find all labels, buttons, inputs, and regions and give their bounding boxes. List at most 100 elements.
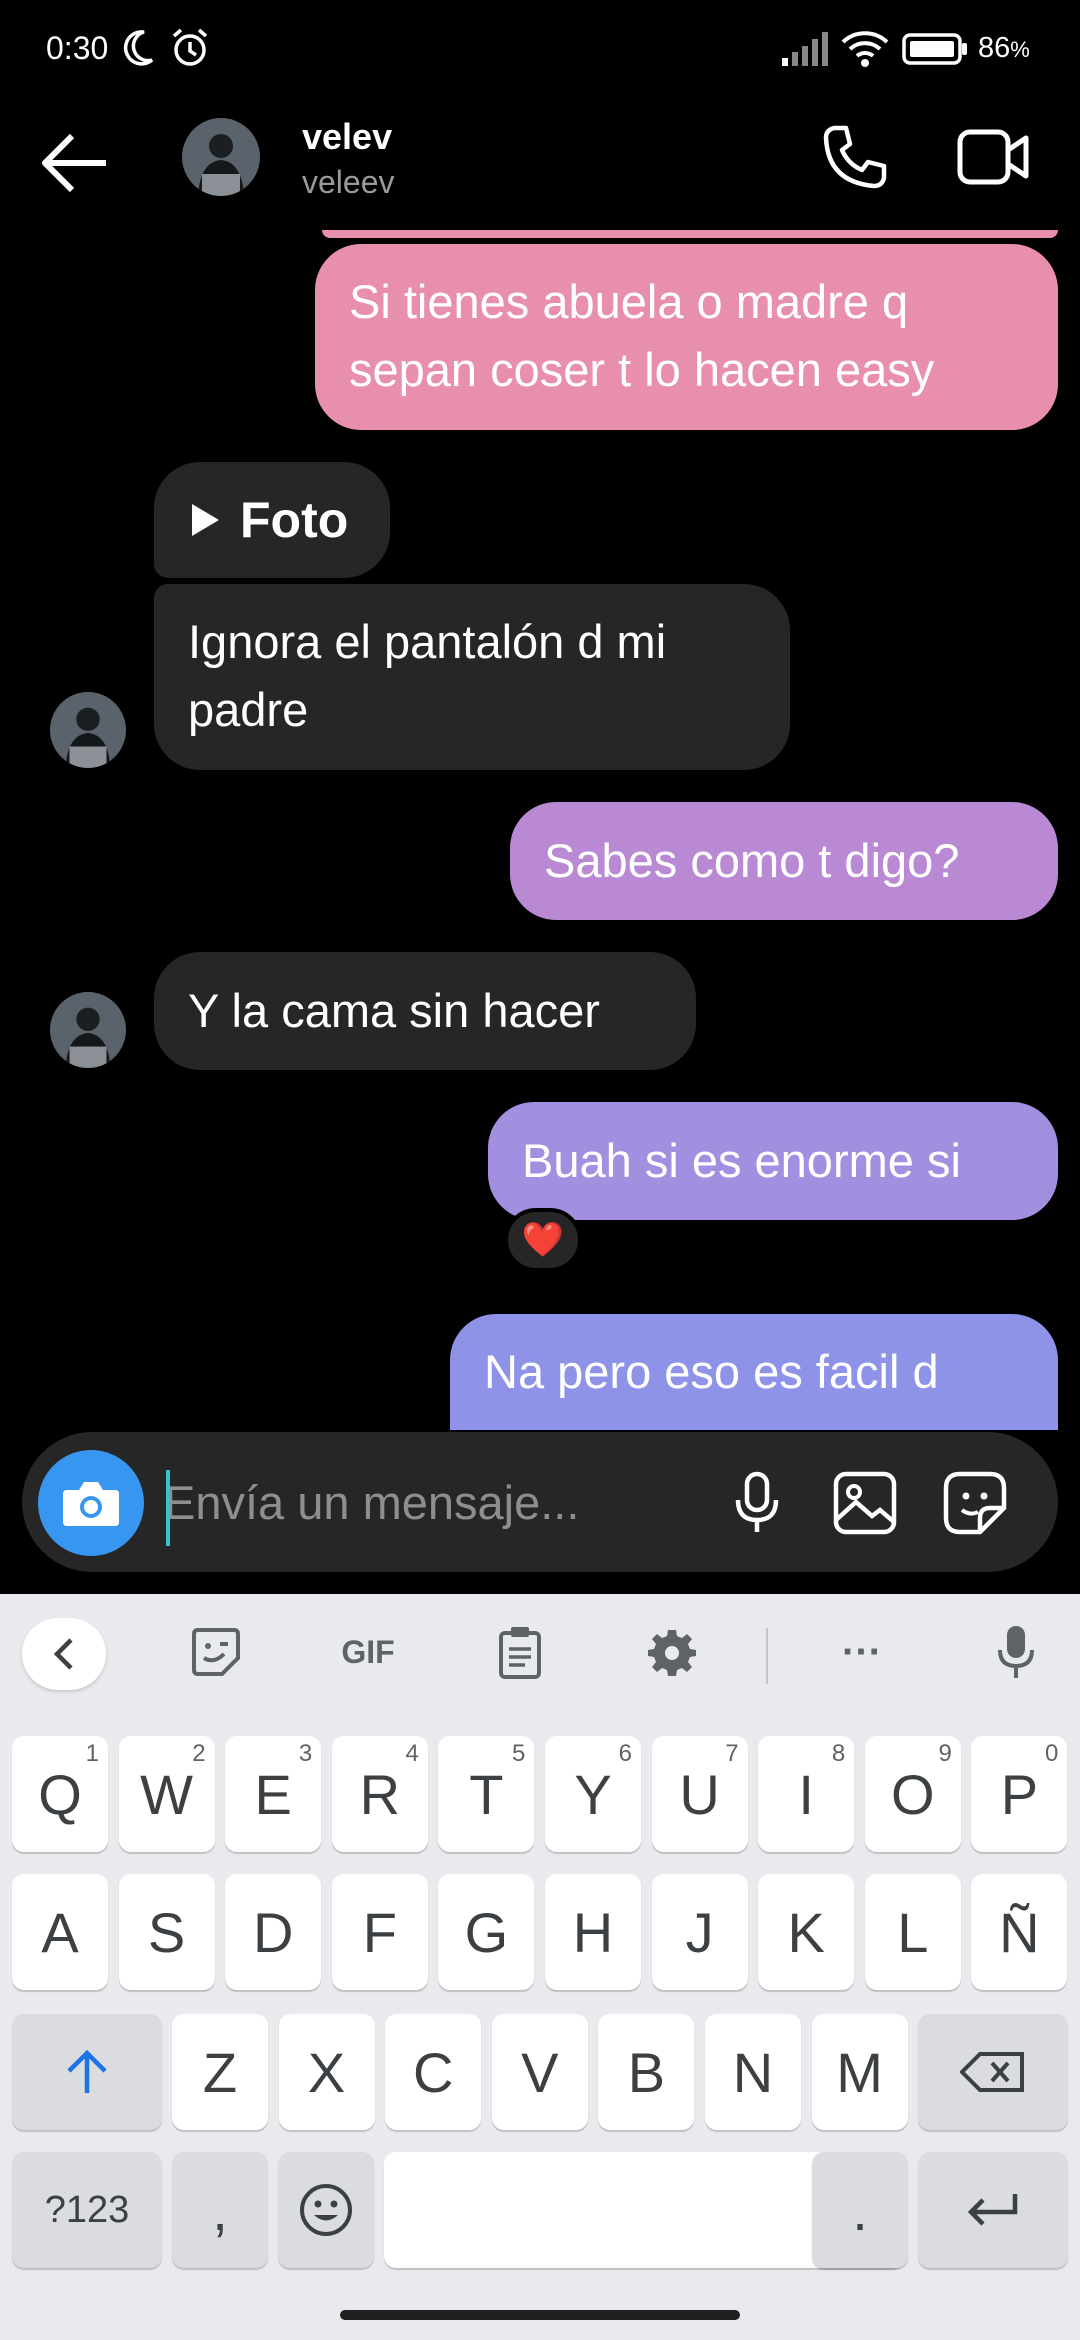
key-n[interactable]: N xyxy=(705,2014,801,2130)
incoming-message[interactable]: Y la cama sin hacer xyxy=(154,952,696,1070)
key-e[interactable]: E3 xyxy=(225,1736,322,1852)
symbols-key[interactable]: ?123 xyxy=(12,2152,162,2268)
key-label: E xyxy=(254,1762,292,1826)
contact-username[interactable]: veleev xyxy=(302,164,395,201)
contact-avatar[interactable] xyxy=(182,118,260,196)
key-j[interactable]: J xyxy=(651,1874,748,1990)
key-u[interactable]: U7 xyxy=(651,1736,748,1852)
period-key[interactable]: . xyxy=(812,2152,908,2268)
toolbar-divider xyxy=(766,1628,768,1684)
video-camera-icon xyxy=(957,129,1029,185)
key-label: S xyxy=(147,1900,186,1964)
incoming-message[interactable]: Ignora el pantalón d mi padre xyxy=(154,584,790,770)
period-label: . xyxy=(852,2178,868,2242)
clipboard-icon xyxy=(499,1627,541,1679)
outgoing-message[interactable]: Buah si es enorme si xyxy=(488,1102,1058,1220)
settings-button[interactable] xyxy=(644,1624,700,1680)
key-x[interactable]: X xyxy=(278,2014,375,2130)
enter-arrow-icon xyxy=(967,2194,1018,2226)
chevron-left-icon xyxy=(53,1638,73,1670)
key-y[interactable]: Y6 xyxy=(545,1736,641,1852)
key-d[interactable]: D xyxy=(225,1874,322,1990)
sticker-button[interactable] xyxy=(940,1468,1010,1538)
shift-key[interactable] xyxy=(12,2014,162,2130)
key-f[interactable]: F xyxy=(331,1874,428,1990)
camera-button[interactable] xyxy=(38,1450,144,1556)
sticker-toolbar-button[interactable] xyxy=(186,1624,246,1680)
key-label: O xyxy=(891,1762,935,1826)
key-r[interactable]: R4 xyxy=(331,1736,428,1852)
back-button[interactable] xyxy=(36,128,116,198)
video-call-button[interactable] xyxy=(956,124,1030,190)
clipboard-button[interactable] xyxy=(492,1624,548,1680)
more-button[interactable]: ··· xyxy=(834,1624,890,1680)
key-label: C xyxy=(412,2040,454,2104)
key-label: K xyxy=(787,1900,825,1964)
key-t[interactable]: T5 xyxy=(438,1736,535,1852)
photo-label: Foto xyxy=(240,492,349,548)
status-time: 0:30 xyxy=(46,30,109,66)
key-label: X xyxy=(307,2040,346,2104)
voice-call-button[interactable] xyxy=(820,122,890,192)
sender-avatar[interactable] xyxy=(50,992,126,1068)
message-text: Na pero eso es facil d xyxy=(484,1345,939,1398)
key-o[interactable]: O9 xyxy=(864,1736,961,1852)
message-text: Y la cama sin hacer xyxy=(188,984,600,1037)
heart-reaction[interactable]: ❤️ xyxy=(504,1208,582,1272)
emoji-key[interactable] xyxy=(278,2152,374,2268)
key-p[interactable]: P0 xyxy=(971,1736,1068,1852)
message-text: Buah si es enorme si xyxy=(522,1134,961,1187)
message-text: Si tienes abuela o madre q xyxy=(349,275,909,328)
comma-key[interactable]: , xyxy=(172,2152,268,2268)
key-k[interactable]: K xyxy=(758,1874,855,1990)
gif-button[interactable]: GIF xyxy=(336,1624,400,1680)
key-w[interactable]: W2 xyxy=(118,1736,215,1852)
battery-percent: 86% xyxy=(978,32,1030,64)
outgoing-message[interactable]: Si tienes abuela o madre q sepan coser t… xyxy=(315,244,1058,430)
gallery-button[interactable] xyxy=(830,1468,900,1538)
home-indicator[interactable] xyxy=(340,2310,740,2320)
key-label: D xyxy=(252,1900,294,1964)
key-z[interactable]: Z xyxy=(172,2014,268,2130)
contact-name[interactable]: velev xyxy=(302,116,392,158)
message-text: sepan coser t lo hacen easy xyxy=(349,343,935,396)
key-label: J xyxy=(685,1900,714,1964)
emoji-icon xyxy=(300,2184,352,2236)
key-l[interactable]: L xyxy=(864,1874,961,1990)
shift-arrow-icon xyxy=(67,2049,107,2093)
comma-label: , xyxy=(212,2178,228,2242)
collapse-button[interactable] xyxy=(22,1618,106,1690)
key-label: R xyxy=(359,1762,401,1826)
sender-avatar[interactable] xyxy=(50,692,126,768)
message-list[interactable]: Si tienes abuela o madre q sepan coser t… xyxy=(0,230,1080,1430)
text-cursor xyxy=(166,1470,170,1546)
keyboard-toolbar: GIF ··· xyxy=(0,1594,1080,1710)
key-h[interactable]: H xyxy=(545,1874,641,1990)
key-label: Y xyxy=(574,1762,612,1826)
symbols-label: ?123 xyxy=(44,2188,130,2231)
key-label: I xyxy=(798,1762,814,1826)
voice-input-button[interactable] xyxy=(988,1624,1044,1680)
keyboard: GIF ··· Q1W2E3R4T5Y6U7I8O9P0 ASDFGHJKLÑ … xyxy=(0,1594,1080,2340)
message-input[interactable] xyxy=(164,1458,704,1546)
key-v[interactable]: V xyxy=(491,2014,588,2130)
key-label: P xyxy=(1000,1762,1039,1826)
key-ñ[interactable]: Ñ xyxy=(971,1874,1068,1990)
key-b[interactable]: B xyxy=(598,2014,695,2130)
photo-message[interactable]: Foto xyxy=(154,462,390,578)
key-c[interactable]: C xyxy=(385,2014,482,2130)
heart-icon: ❤️ xyxy=(521,1221,565,1259)
outgoing-message[interactable]: Na pero eso es facil d xyxy=(450,1314,1058,1430)
key-a[interactable]: A xyxy=(12,1874,108,1990)
key-i[interactable]: I8 xyxy=(758,1736,855,1852)
key-g[interactable]: G xyxy=(438,1874,535,1990)
key-m[interactable]: M xyxy=(811,2014,908,2130)
outgoing-message[interactable]: Sabes como t digo? xyxy=(510,802,1058,920)
voice-message-button[interactable] xyxy=(722,1468,792,1538)
key-s[interactable]: S xyxy=(118,1874,215,1990)
enter-key[interactable] xyxy=(918,2152,1068,2268)
backspace-key[interactable] xyxy=(918,2014,1068,2130)
microphone-icon xyxy=(735,1471,779,1532)
key-label: Z xyxy=(202,2040,238,2104)
key-q[interactable]: Q1 xyxy=(12,1736,108,1852)
